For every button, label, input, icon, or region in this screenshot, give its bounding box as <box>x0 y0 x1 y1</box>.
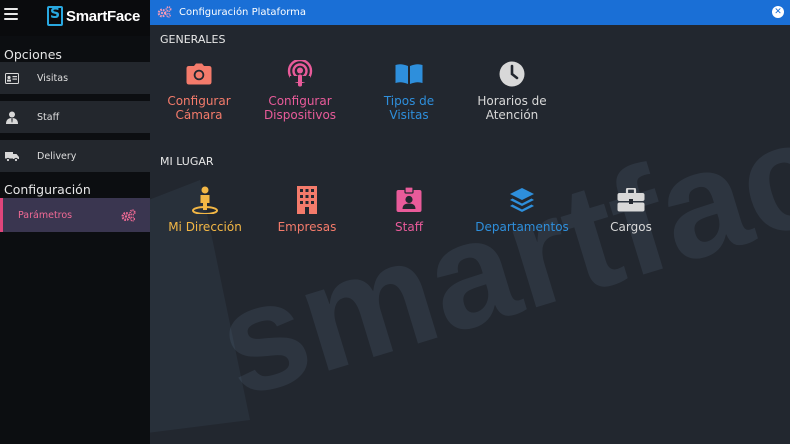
app-window: smartface SmartFace Opciones Visitas Sta… <box>0 0 790 444</box>
sidebar-item-delivery[interactable]: Delivery <box>0 140 150 172</box>
layers-icon <box>472 186 572 214</box>
sidebar-item-visitas[interactable]: Visitas <box>0 62 150 94</box>
sidebar-item-label: Visitas <box>37 72 69 84</box>
tile-label: Configurar Cámara <box>149 94 249 122</box>
gears-icon <box>121 207 136 226</box>
tile-empresas[interactable]: Empresas <box>257 186 357 234</box>
sidebar-header: SmartFace <box>0 0 150 36</box>
sidebar-item-parametros[interactable]: Parámetros <box>0 198 150 232</box>
podcast-icon <box>250 60 350 88</box>
user-tie-icon <box>5 110 19 124</box>
section-title-opciones: Opciones <box>4 47 62 62</box>
tile-label-line: Configurar <box>167 94 231 108</box>
tile-label-line: Cámara <box>175 108 223 122</box>
id-badge-icon <box>359 186 459 214</box>
brand-logo: SmartFace <box>47 6 140 26</box>
truck-icon <box>5 149 19 163</box>
sidebar: SmartFace Opciones Visitas Staff Deliver… <box>0 0 150 444</box>
briefcase-icon <box>581 186 681 214</box>
sidebar-item-label: Delivery <box>37 150 77 162</box>
window-titlebar: Configuración Plataforma ✕ <box>150 0 790 25</box>
tile-label-line: Visitas <box>389 108 429 122</box>
tile-label: Configurar Dispositivos <box>250 94 350 122</box>
sidebar-item-label: Parámetros <box>18 209 73 221</box>
window-title: Configuración Plataforma <box>179 7 307 18</box>
tile-label: Departamentos <box>475 220 569 234</box>
tile-configurar-dispositivos[interactable]: Configurar Dispositivos <box>250 60 350 122</box>
sidebar-item-label: Staff <box>37 111 60 123</box>
tile-configurar-camara[interactable]: Configurar Cámara <box>149 60 249 122</box>
tile-label: Cargos <box>610 220 652 234</box>
hamburger-menu-icon[interactable] <box>4 8 18 20</box>
tile-label-line: Horarios de <box>477 94 547 108</box>
tile-label: Mi Dirección <box>168 220 242 234</box>
section-title-configuracion: Configuración <box>4 182 91 197</box>
sidebar-item-staff[interactable]: Staff <box>0 101 150 133</box>
group-title-generales: GENERALES <box>160 33 226 46</box>
book-open-icon <box>359 60 459 88</box>
tile-cargos[interactable]: Cargos <box>581 186 681 234</box>
tile-staff[interactable]: Staff <box>359 186 459 234</box>
group-title-mi-lugar: MI LUGAR <box>160 155 214 168</box>
tile-tipos-de-visitas[interactable]: Tipos de Visitas <box>359 60 459 122</box>
brand-name: SmartFace <box>66 7 141 25</box>
clock-icon <box>462 60 562 88</box>
tile-label: Staff <box>395 220 423 234</box>
tile-departamentos[interactable]: Departamentos <box>472 186 572 234</box>
tile-label: Tipos de Visitas <box>359 94 459 122</box>
tile-label-line: Tipos de <box>383 94 435 108</box>
camera-icon <box>149 60 249 88</box>
building-icon <box>257 186 357 214</box>
tile-label: Empresas <box>277 220 337 234</box>
tile-label-line: Dispositivos <box>263 108 337 122</box>
tile-label-line: Configurar <box>268 94 332 108</box>
close-button[interactable]: ✕ <box>772 6 784 18</box>
tile-horarios-de-atencion[interactable]: Horarios de Atención <box>462 60 562 122</box>
tile-label-line: Atención <box>485 108 539 122</box>
logo-mark-icon <box>47 6 63 26</box>
map-pin-person-icon <box>155 186 255 214</box>
tile-mi-direccion[interactable]: Mi Dirección <box>155 186 255 234</box>
id-card-icon <box>5 71 19 85</box>
gears-icon <box>157 3 172 22</box>
tile-label: Horarios de Atención <box>462 94 562 122</box>
